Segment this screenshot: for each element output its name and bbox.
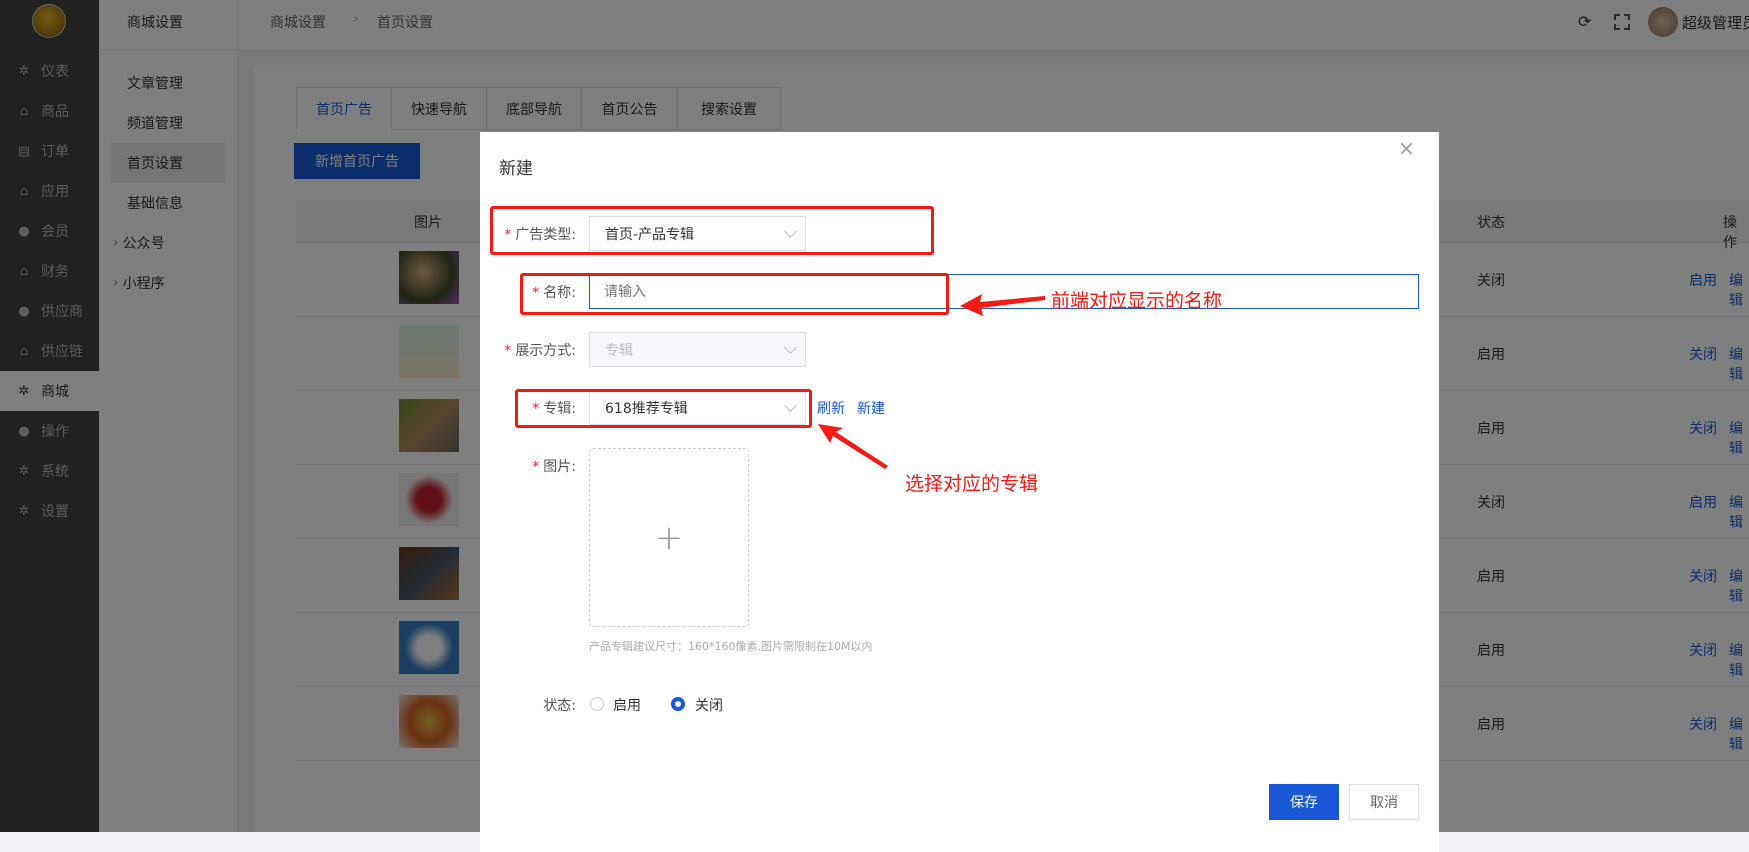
annotation-arrows: [818, 294, 1045, 469]
annotation-album-note: 选择对应的专辑: [905, 473, 1039, 495]
arrow-icon: [960, 294, 1045, 316]
annotation-name-note: 前端对应显示的名称: [1051, 290, 1223, 312]
arrow-icon: [818, 424, 888, 469]
